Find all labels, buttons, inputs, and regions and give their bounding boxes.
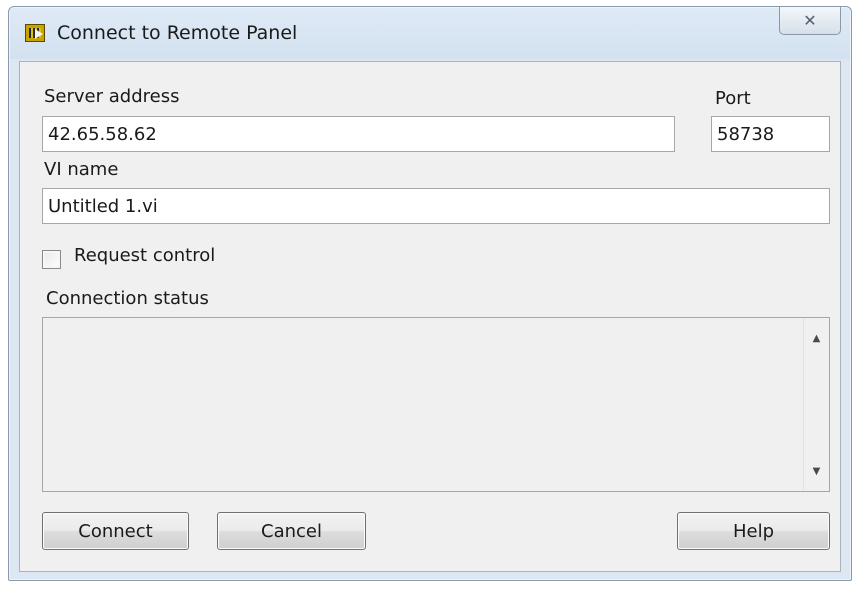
help-button[interactable]: Help [677, 512, 830, 550]
connect-remote-panel-dialog: Connect to Remote Panel ✕ Server address… [8, 6, 852, 581]
server-address-label: Server address [44, 86, 180, 107]
connection-status-box: ▲ ▼ [42, 317, 830, 492]
port-label: Port [715, 88, 751, 109]
close-button[interactable]: ✕ [779, 7, 841, 35]
server-address-input[interactable] [42, 116, 675, 152]
window-title: Connect to Remote Panel [57, 22, 298, 44]
request-control-checkbox[interactable] [42, 250, 61, 269]
connection-status-label: Connection status [46, 288, 209, 309]
scroll-up-arrow-icon[interactable]: ▲ [804, 326, 829, 350]
title-bar[interactable]: Connect to Remote Panel ✕ [9, 7, 851, 59]
labview-app-icon [25, 24, 45, 42]
connect-button[interactable]: Connect [42, 512, 189, 550]
scroll-down-arrow-icon[interactable]: ▼ [804, 459, 829, 483]
close-icon: ✕ [803, 11, 817, 30]
vi-name-label: VI name [44, 159, 119, 180]
vi-name-input[interactable] [42, 188, 830, 224]
port-input[interactable] [711, 116, 830, 152]
request-control-label[interactable]: Request control [74, 245, 215, 266]
cancel-button[interactable]: Cancel [217, 512, 366, 550]
dialog-body: Server address Port VI name Request cont… [19, 61, 841, 572]
status-scrollbar[interactable]: ▲ ▼ [803, 318, 829, 491]
